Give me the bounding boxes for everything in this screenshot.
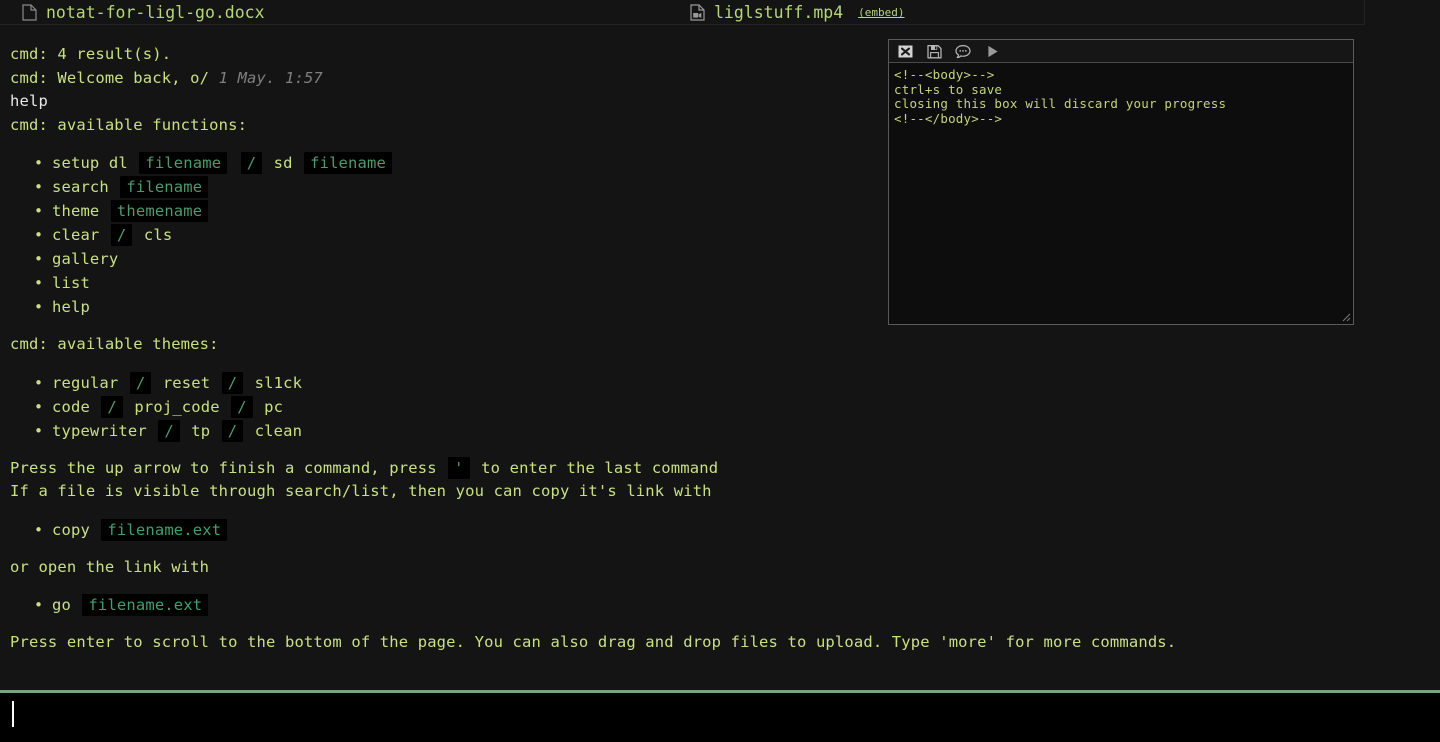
editor-toolbar [889,40,1353,63]
list-item-text: clean [245,421,303,440]
list-item-text: clear [52,226,109,244]
inline-code: filename [120,176,209,198]
theme-list-item: code / proj_code / pc [0,395,1440,419]
theme-list-item: typewriter / tp / clean [0,419,1440,443]
file-name-label: liglstuff.mp4 [714,3,844,22]
file-name-label: notat-for-ligl-go.docx [46,3,265,22]
welcome-timestamp: 1 May. 1:57 [218,68,323,87]
embedded-editor-panel [888,39,1354,325]
inline-code: / [110,224,133,246]
inline-code: filename [139,152,228,174]
list-item-text: code [52,397,100,416]
go-command-item: go filename.ext [0,593,1440,617]
inline-code: filename.ext [82,594,209,616]
list-item-text: help [52,298,90,316]
document-file-icon [22,4,37,21]
list-item-text: regular [52,373,128,392]
file-entry-liglstuff-mp4[interactable]: liglstuff.mp4 (embed) [690,0,905,25]
terminal-hint-uparrow: Press the up arrow to finish a command, … [0,456,1440,481]
list-item-text: gallery [52,250,119,268]
terminal-line-themes-header: cmd: available themes: [10,335,219,353]
available-themes-list: regular / reset / sl1ckcode / proj_code … [0,371,1440,443]
list-item-text: theme [52,202,109,220]
list-item-text: sd [264,154,303,172]
inline-code: / [231,395,253,418]
hint-uparrow-part-b: to enter the last command [481,458,719,477]
list-item-text: go [52,596,81,614]
inline-code: themename [110,200,209,222]
inline-code: / [221,419,244,442]
save-floppy-icon[interactable] [924,43,944,60]
list-item-text: sl1ck [245,373,303,392]
inline-code: / [221,371,244,394]
terminal-hint-open: or open the link with [10,557,210,576]
inline-code: filename.ext [101,518,228,541]
list-item-text: tp [181,421,220,440]
go-command-list: go filename.ext [0,593,1440,617]
list-item-text: list [52,274,90,292]
inline-code: / [158,419,180,442]
inline-code: / [240,152,263,174]
editor-textarea[interactable] [889,63,1353,324]
theme-list-item: regular / reset / sl1ck [0,371,1440,395]
copy-command-item: copy filename.ext [0,518,1440,542]
play-icon[interactable] [982,43,1002,60]
list-item-text: setup dl [52,154,138,172]
inline-code: filename [304,152,392,174]
list-item-text: cls [134,226,173,244]
command-prompt-input[interactable] [0,693,1440,742]
hint-uparrow-part-a: Press the up arrow to finish a command, … [10,458,437,477]
list-item-text: copy [52,520,100,539]
copy-command-list: copy filename.ext [0,518,1440,542]
list-item-text: search [52,178,119,196]
terminal-hint-copy: If a file is visible through search/list… [10,482,712,500]
embed-link[interactable]: (embed) [858,6,904,19]
terminal-footer-hint: Press enter to scroll to the bottom of t… [10,633,1177,651]
list-item-text: pc [254,397,284,416]
list-item-text [229,154,238,172]
file-entry-notat-for-ligl-go-docx[interactable]: notat-for-ligl-go.docx [22,0,265,25]
close-icon[interactable] [895,43,915,60]
welcome-text: cmd: Welcome back, o/ [10,68,210,87]
inline-code: / [129,371,152,394]
list-item-text: proj_code [124,397,230,416]
inline-code: / [101,395,123,418]
list-item-text: typewriter [52,421,157,440]
file-tab-bar: notat-for-ligl-go.docx liglstuff.mp4 (em… [0,0,1365,25]
key-quote: ' [448,456,470,479]
list-item-text: reset [153,373,220,392]
text-caret [12,701,14,727]
comment-bubble-icon[interactable] [953,43,973,60]
video-file-icon [690,4,705,21]
